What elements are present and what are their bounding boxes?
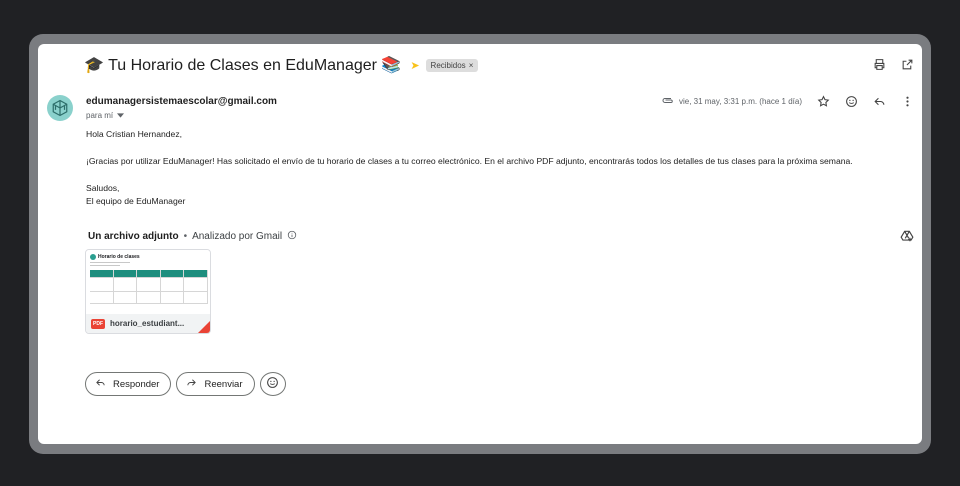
reply-actions: Responder Reenviar xyxy=(85,372,286,396)
more-vert-icon[interactable] xyxy=(900,94,914,108)
sender-avatar[interactable] xyxy=(47,95,73,121)
importance-marker-icon[interactable]: ➤ xyxy=(410,59,419,72)
forward-arrow-icon xyxy=(186,377,197,391)
add-to-drive-icon[interactable] xyxy=(900,229,914,243)
subject-row: 🎓 Tu Horario de Clases en EduManager 📚 ➤… xyxy=(84,54,922,76)
reply-icon[interactable] xyxy=(872,94,886,108)
thumbnail-table xyxy=(90,270,208,304)
emoji-react-icon xyxy=(266,376,279,392)
print-icon[interactable] xyxy=(872,57,886,71)
recipient-label: para mí xyxy=(86,111,114,120)
message-actions xyxy=(816,94,914,108)
forward-button-label: Reenviar xyxy=(204,378,243,390)
open-new-window-icon[interactable] xyxy=(900,57,914,71)
label-chip-inbox[interactable]: Recibidos × xyxy=(425,58,479,72)
emoji-icon[interactable] xyxy=(844,94,858,108)
reply-button-label: Responder xyxy=(113,378,160,390)
attachment-card[interactable]: Horario de clases PDF horario_estudiant.… xyxy=(85,249,211,334)
thumbnail-line xyxy=(90,265,120,266)
info-icon[interactable] xyxy=(287,230,297,243)
thumbnail-table-header xyxy=(90,270,208,278)
reply-button[interactable]: Responder xyxy=(85,372,172,396)
greeting: Hola Cristian Hernandez, xyxy=(86,129,183,139)
pdf-corner-icon xyxy=(198,321,210,333)
attachment-footer: PDF horario_estudiant... xyxy=(86,314,210,333)
star-icon[interactable] xyxy=(816,94,830,108)
separator: • xyxy=(183,231,188,242)
forward-button[interactable]: Reenviar xyxy=(176,372,255,396)
thumbnail-table-row xyxy=(90,292,208,304)
thumbnail-line xyxy=(90,262,130,263)
thumbnail-logo-icon xyxy=(90,254,96,260)
chevron-down-icon xyxy=(117,111,125,120)
reply-arrow-icon xyxy=(95,377,106,391)
attachment-thumbnail: Horario de clases xyxy=(86,250,210,316)
body-paragraph: ¡Gracias por utilizar EduManager! Has so… xyxy=(86,156,853,166)
email-date: vie, 31 may, 3:31 p.m. (hace 1 día) xyxy=(678,96,802,106)
thumbnail-title: Horario de clases xyxy=(90,254,208,260)
recipient-dropdown[interactable]: para mí xyxy=(86,111,125,120)
attachment-clip-icon xyxy=(662,96,674,106)
label-chip-text: Recibidos xyxy=(430,60,466,70)
email-view: 🎓 Tu Horario de Clases en EduManager 📚 ➤… xyxy=(38,44,922,444)
scanned-label: Analizado por Gmail xyxy=(192,231,283,242)
signature: El equipo de EduManager xyxy=(86,196,186,206)
email-subject: 🎓 Tu Horario de Clases en EduManager 📚 xyxy=(84,57,402,74)
label-remove-icon[interactable]: × xyxy=(469,61,474,70)
closing: Saludos, xyxy=(86,183,120,193)
top-toolbar xyxy=(872,57,914,71)
thumbnail-table-row xyxy=(90,278,208,292)
pdf-icon: PDF xyxy=(91,318,105,329)
thumbnail-title-text: Horario de clases xyxy=(98,254,140,260)
attachment-filename: horario_estudiant... xyxy=(110,319,185,328)
emoji-react-button[interactable] xyxy=(259,372,286,396)
sender-email[interactable]: edumanagersistemaescolar@gmail.com xyxy=(86,96,277,107)
attachments-header: Un archivo adjunto • Analizado por Gmail xyxy=(88,230,297,243)
email-body: Hola Cristian Hernandez, ¡Gracias por ut… xyxy=(86,128,906,208)
email-meta: vie, 31 may, 3:31 p.m. (hace 1 día) xyxy=(662,96,802,106)
attachments-count: Un archivo adjunto xyxy=(88,231,179,242)
